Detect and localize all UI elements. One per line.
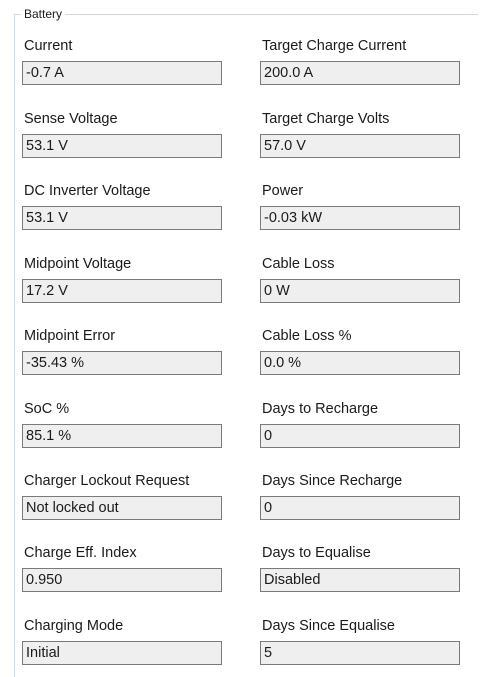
cable-loss-pct-label: Cable Loss % <box>262 328 352 344</box>
target-charge-volts-value-box[interactable]: 57.0 V <box>260 134 460 158</box>
power-field: Power -0.03 kW <box>260 182 466 242</box>
cable-loss-pct-value-box[interactable]: 0.0 % <box>260 351 460 375</box>
midpoint-error-field: Midpoint Error -35.43 % <box>22 327 228 387</box>
cable-loss-field: Cable Loss 0 W <box>260 255 466 315</box>
sense-voltage-label: Sense Voltage <box>24 111 118 127</box>
charging-mode-value-box[interactable]: Initial <box>22 641 222 665</box>
days-since-equalise-label: Days Since Equalise <box>262 618 395 634</box>
days-to-equalise-value-box[interactable]: Disabled <box>260 568 460 592</box>
sense-voltage-field: Sense Voltage 53.1 V <box>22 110 228 170</box>
current-value-box[interactable]: -0.7 A <box>22 61 222 85</box>
target-charge-volts-field: Target Charge Volts 57.0 V <box>260 110 466 170</box>
cable-loss-pct-field: Cable Loss % 0.0 % <box>260 327 466 387</box>
charge-eff-index-label: Charge Eff. Index <box>24 545 137 561</box>
midpoint-voltage-field: Midpoint Voltage 17.2 V <box>22 255 228 315</box>
days-to-equalise-field: Days to Equalise Disabled <box>260 544 466 604</box>
soc-pct-value-box[interactable]: 85.1 % <box>22 424 222 448</box>
days-to-recharge-field: Days to Recharge 0 <box>260 400 466 460</box>
midpoint-voltage-label: Midpoint Voltage <box>24 256 132 272</box>
soc-pct-label: SoC % <box>24 401 70 417</box>
dc-inverter-voltage-field: DC Inverter Voltage 53.1 V <box>22 182 228 242</box>
days-to-equalise-label: Days to Equalise <box>262 545 371 561</box>
days-since-recharge-value-box[interactable]: 0 <box>260 496 460 520</box>
days-since-recharge-field: Days Since Recharge 0 <box>260 472 466 532</box>
target-charge-volts-label: Target Charge Volts <box>262 111 390 127</box>
sense-voltage-value-box[interactable]: 53.1 V <box>22 134 222 158</box>
soc-pct-field: SoC % 85.1 % <box>22 400 228 460</box>
power-value-box[interactable]: -0.03 kW <box>260 206 460 230</box>
target-charge-current-field: Target Charge Current 200.0 A <box>260 37 466 97</box>
dc-inverter-voltage-label: DC Inverter Voltage <box>24 183 151 199</box>
target-charge-current-value-box[interactable]: 200.0 A <box>260 61 460 85</box>
dc-inverter-voltage-value-box[interactable]: 53.1 V <box>22 206 222 230</box>
cable-loss-value-box[interactable]: 0 W <box>260 279 460 303</box>
days-since-equalise-value-box[interactable]: 5 <box>260 641 460 665</box>
charger-lockout-request-field: Charger Lockout Request Not locked out <box>22 472 228 532</box>
charge-eff-index-field: Charge Eff. Index 0.950 <box>22 544 228 604</box>
days-to-recharge-value-box[interactable]: 0 <box>260 424 460 448</box>
target-charge-current-label: Target Charge Current <box>262 38 407 54</box>
charger-lockout-request-value-box[interactable]: Not locked out <box>22 496 222 520</box>
days-since-equalise-field: Days Since Equalise 5 <box>260 617 466 677</box>
charging-mode-label: Charging Mode <box>24 618 124 634</box>
power-label: Power <box>262 183 304 199</box>
midpoint-error-label: Midpoint Error <box>24 328 116 344</box>
midpoint-error-value-box[interactable]: -35.43 % <box>22 351 222 375</box>
midpoint-voltage-value-box[interactable]: 17.2 V <box>22 279 222 303</box>
charger-lockout-request-label: Charger Lockout Request <box>24 473 190 489</box>
charging-mode-field: Charging Mode Initial <box>22 617 228 677</box>
cable-loss-label: Cable Loss <box>262 256 335 272</box>
current-field: Current -0.7 A <box>22 37 228 97</box>
days-since-recharge-label: Days Since Recharge <box>262 473 403 489</box>
days-to-recharge-label: Days to Recharge <box>262 401 379 417</box>
current-label: Current <box>24 38 73 54</box>
battery-group-title: Battery <box>21 6 66 22</box>
charge-eff-index-value-box[interactable]: 0.950 <box>22 568 222 592</box>
